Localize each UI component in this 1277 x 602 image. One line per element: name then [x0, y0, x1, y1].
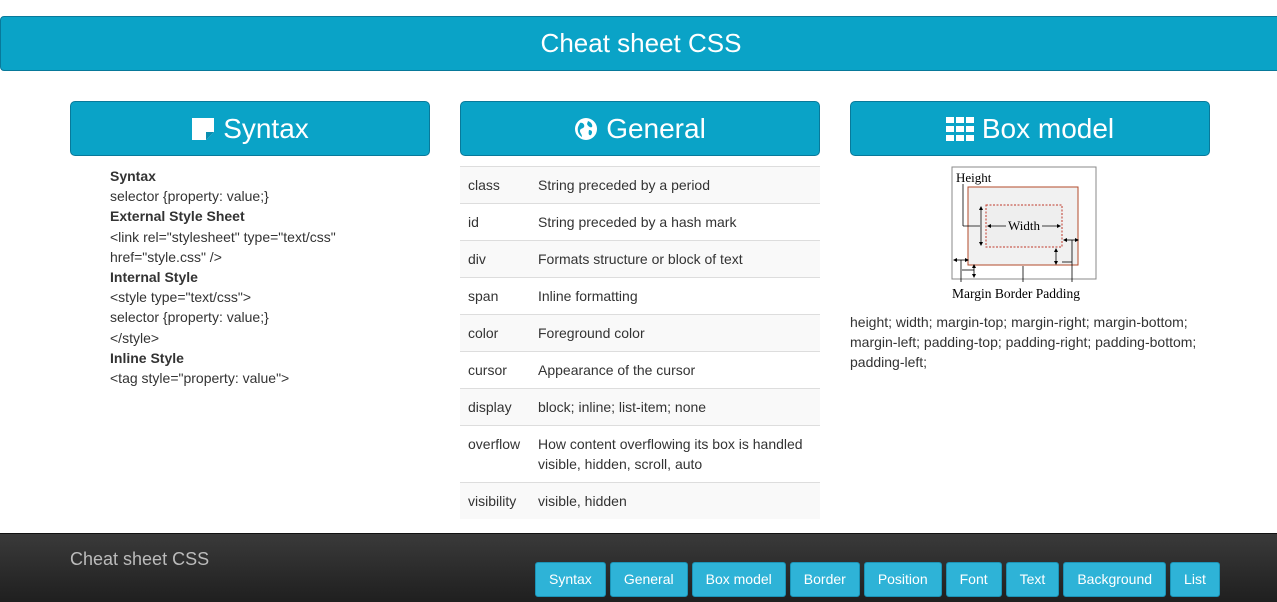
syntax-line: <style type="text/css"> [110, 289, 252, 306]
general-section-title: General [606, 112, 706, 144]
row-value: block; inline; list-item; none [530, 388, 820, 426]
box-model-section-title: Box model [981, 112, 1115, 144]
table-row: class String preceded by a period [460, 166, 820, 204]
syntax-line: selector {property: value;} [110, 309, 269, 326]
row-key: display [460, 388, 530, 426]
row-key: visibility [460, 482, 530, 519]
syntax-line: Syntax [110, 168, 156, 184]
row-key: div [460, 240, 530, 278]
nav-button-box-model[interactable]: Box model [691, 562, 786, 597]
syntax-line: <tag style="property: value"> [110, 370, 290, 387]
table-row: id String preceded by a hash mark [460, 203, 820, 241]
syntax-line: Internal Style [110, 269, 198, 286]
syntax-line: External Style Sheet [110, 208, 245, 225]
syntax-section-header: Syntax [70, 101, 430, 156]
nav-button-background[interactable]: Background [1063, 562, 1167, 597]
table-row: overflow How content overflowing its box … [460, 425, 820, 483]
syntax-line: href="style.css" /> [110, 248, 222, 265]
height-label: Height [956, 170, 992, 185]
row-value: String preceded by a period [530, 166, 820, 204]
note-icon [191, 117, 215, 141]
row-key: span [460, 277, 530, 315]
footer: Cheat sheet CSS Syntax General Box model… [0, 533, 1277, 602]
syntax-line: selector {property: value;} [110, 188, 269, 205]
row-key: class [460, 166, 530, 204]
syntax-line: <link rel="stylesheet" type="text/css" [110, 228, 336, 245]
box-model-diagram: Height Width Margin Border Padding [950, 166, 1100, 304]
table-row: display block; inline; list-item; none [460, 388, 820, 426]
row-value: Inline formatting [530, 277, 820, 315]
box-model-section-header: Box model [850, 101, 1210, 156]
row-value: Formats structure or block of text [530, 240, 820, 278]
nav-button-position[interactable]: Position [863, 562, 942, 597]
nav-button-general[interactable]: General [609, 562, 688, 597]
general-section-header: General [460, 101, 820, 156]
row-value: Appearance of the cursor [530, 351, 820, 389]
syntax-content: Syntax selector {property: value;} Exter… [110, 166, 410, 388]
syntax-line: </style> [110, 329, 160, 346]
syntax-section-title: Syntax [223, 112, 309, 144]
row-key: overflow [460, 425, 530, 483]
table-row: div Formats structure or block of text [460, 240, 820, 278]
row-value: visible, hidden [530, 482, 820, 519]
table-row: visibility visible, hidden [460, 482, 820, 519]
nav-button-list[interactable]: List [1170, 562, 1220, 597]
nav-button-text[interactable]: Text [1005, 562, 1060, 597]
row-value: How content overflowing its box is handl… [530, 425, 820, 483]
table-row: color Foreground color [460, 314, 820, 352]
row-key: cursor [460, 351, 530, 389]
nav-button-border[interactable]: Border [789, 562, 860, 597]
page-title: Cheat sheet CSS [540, 28, 742, 58]
footer-nav: Syntax General Box model Border Position… [535, 562, 1220, 597]
row-key: id [460, 203, 530, 241]
nav-button-font[interactable]: Font [945, 562, 1002, 597]
row-value: String preceded by a hash mark [530, 203, 820, 241]
width-label: Width [1008, 218, 1040, 233]
row-value: Foreground color [530, 314, 820, 352]
globe-icon [574, 117, 598, 141]
nav-button-syntax[interactable]: Syntax [535, 562, 606, 597]
syntax-line: Inline Style [110, 349, 184, 366]
footer-title: Cheat sheet CSS [70, 549, 210, 569]
box-bottom-labels: Margin Border Padding [952, 286, 1080, 301]
box-model-description: height; width; margin-top; margin-right;… [850, 314, 1197, 370]
table-row: span Inline formatting [460, 277, 820, 315]
general-table: class String preceded by a period id Strin… [460, 166, 820, 519]
table-row: cursor Appearance of the cursor [460, 351, 820, 389]
row-key: color [460, 314, 530, 352]
grid-icon [945, 116, 974, 141]
page-title-banner: Cheat sheet CSS [0, 16, 1277, 71]
